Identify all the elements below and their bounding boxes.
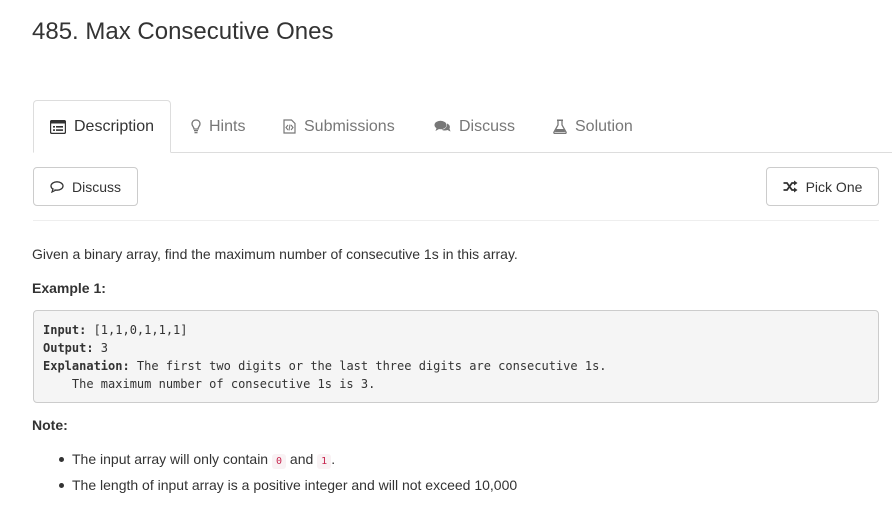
page-title: 485. Max Consecutive Ones [32, 18, 334, 45]
tab-label: Submissions [304, 117, 395, 135]
notes-list: The input array will only contain 0 and … [32, 450, 872, 502]
shuffle-icon [783, 180, 798, 193]
note-text: . [331, 451, 336, 467]
flask-icon [553, 119, 567, 134]
pick-one-button-label: Pick One [805, 178, 863, 195]
tab-submissions[interactable]: Submissions [267, 100, 411, 153]
note-heading: Note: [32, 417, 68, 433]
discuss-button-label: Discuss [71, 178, 121, 195]
output-label: Output: [43, 341, 94, 355]
example-heading: Example 1: [32, 280, 106, 296]
note-text: The length of input array is a positive … [72, 477, 518, 493]
tab-discuss[interactable]: Discuss [418, 100, 531, 153]
tab-description[interactable]: Description [33, 100, 171, 153]
problem-tabs: Description Hints Submissions Discuss So… [33, 100, 892, 153]
comment-icon [50, 180, 64, 193]
tab-label: Description [74, 117, 155, 135]
output-value: 3 [93, 341, 109, 355]
inline-code: 1 [317, 454, 332, 469]
list-icon [50, 119, 66, 134]
explanation-line-2: The maximum number of consecutive 1s is … [43, 377, 376, 391]
note-text: and [286, 451, 318, 467]
explanation-line-1: The first two digits or the last three d… [129, 359, 607, 373]
tab-label: Solution [575, 117, 633, 135]
list-item: The input array will only contain 0 and … [32, 450, 872, 476]
inline-code: 0 [272, 454, 287, 469]
problem-description: Given a binary array, find the maximum n… [32, 246, 518, 262]
divider [33, 220, 879, 221]
code-file-icon [283, 119, 296, 134]
tab-label: Discuss [459, 117, 516, 135]
pick-one-button[interactable]: Pick One [766, 167, 879, 206]
discuss-button[interactable]: Discuss [33, 167, 138, 206]
example-code-block: Input: [1,1,0,1,1,1] Output: 3 Explanati… [33, 310, 879, 403]
note-text: The input array will only contain [72, 451, 272, 467]
tab-label: Hints [209, 117, 246, 135]
input-label: Input: [43, 323, 87, 337]
explanation-label: Explanation: [43, 359, 130, 373]
list-item: The length of input array is a positive … [32, 476, 872, 502]
lightbulb-icon [191, 119, 201, 134]
comments-icon [434, 120, 451, 134]
tab-hints[interactable]: Hints [175, 100, 261, 153]
tab-solution[interactable]: Solution [537, 100, 649, 153]
input-value: [1,1,0,1,1,1] [86, 323, 188, 337]
